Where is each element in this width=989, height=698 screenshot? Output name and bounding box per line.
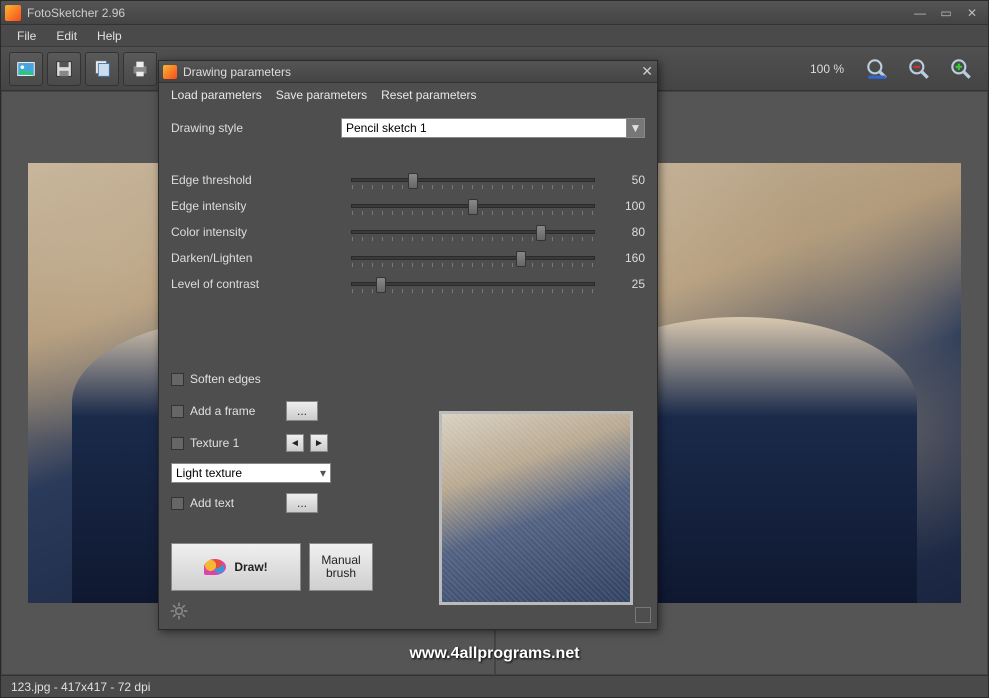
soften-edges-row: Soften edges [171,367,371,391]
open-image-button[interactable] [9,52,43,86]
texture-checkbox[interactable] [171,437,184,450]
slider-label: Edge intensity [171,199,341,213]
zoom-fit-button[interactable] [860,52,894,86]
copy-button[interactable] [85,52,119,86]
window-close-button[interactable]: ✕ [960,5,984,21]
statusbar: 123.jpg - 417x417 - 72 dpi [1,675,988,697]
slider-track[interactable] [351,204,595,208]
reset-parameters[interactable]: Reset parameters [377,86,480,104]
zoom-out-button[interactable] [902,52,936,86]
zoom-group: 100 % [810,52,978,86]
preview-thumbnail [439,411,633,605]
palette-icon [204,559,226,575]
add-frame-checkbox[interactable] [171,405,184,418]
add-text-checkbox[interactable] [171,497,184,510]
manual-brush-button[interactable]: Manual brush [309,543,373,591]
slider-value: 100 [605,199,645,213]
zoom-in-button[interactable] [944,52,978,86]
dialog-title: Drawing parameters [183,65,633,79]
app-title: FotoSketcher 2.96 [27,6,906,20]
slider-value: 80 [605,225,645,239]
texture-prev-button[interactable]: ◄ [286,434,304,452]
texture-label: Texture 1 [190,436,280,450]
drawing-style-dropdown[interactable]: ▼ [341,118,645,138]
texture-value: Light texture [176,466,242,480]
app-icon [5,5,21,21]
texture-next-button[interactable]: ► [310,434,328,452]
add-frame-row: Add a frame ... [171,399,371,423]
menu-edit[interactable]: Edit [48,27,85,45]
soften-edges-checkbox[interactable] [171,373,184,386]
chevron-down-icon: ▾ [320,466,326,480]
slider-track[interactable] [351,230,595,234]
zoom-label: 100 % [810,62,844,76]
drawing-style-label: Drawing style [171,121,341,135]
save-parameters[interactable]: Save parameters [272,86,371,104]
resize-handle[interactable] [635,607,651,623]
slider-label: Edge threshold [171,173,341,187]
slider-row-3: Darken/Lighten 160 [171,245,645,271]
slider-value: 25 [605,277,645,291]
menu-help[interactable]: Help [89,27,130,45]
gear-icon[interactable] [169,601,189,621]
drawing-parameters-dialog: Drawing parameters ✕ Load parameters Sav… [158,60,658,630]
add-text-label: Add text [190,496,280,510]
dialog-icon [163,65,177,79]
slider-thumb[interactable] [536,225,546,241]
slider-row-4: Level of contrast 25 [171,271,645,297]
drawing-style-row: Drawing style ▼ [171,115,645,141]
watermark: www.4allprograms.net [409,645,579,663]
load-parameters[interactable]: Load parameters [167,86,266,104]
slider-track[interactable] [351,178,595,182]
slider-label: Darken/Lighten [171,251,341,265]
slider-thumb[interactable] [516,251,526,267]
slider-value: 160 [605,251,645,265]
minimize-button[interactable]: — [908,5,932,21]
slider-value: 50 [605,173,645,187]
slider-row-1: Edge intensity 100 [171,193,645,219]
slider-row-0: Edge threshold 50 [171,167,645,193]
slider-track[interactable] [351,282,595,286]
texture-row: Texture 1 ◄ ► [171,431,371,455]
menu-file[interactable]: File [9,27,44,45]
dialog-close-button[interactable]: ✕ [633,63,653,80]
chevron-down-icon[interactable]: ▼ [627,118,645,138]
texture-select[interactable]: Light texture ▾ [171,463,331,483]
draw-button[interactable]: Draw! [171,543,301,591]
save-image-button[interactable] [47,52,81,86]
soften-edges-label: Soften edges [190,372,261,386]
slider-row-2: Color intensity 80 [171,219,645,245]
add-text-browse-button[interactable]: ... [286,493,318,513]
print-button[interactable] [123,52,157,86]
titlebar: FotoSketcher 2.96 — ▭ ✕ [1,1,988,25]
slider-thumb[interactable] [468,199,478,215]
add-frame-label: Add a frame [190,404,280,418]
menubar: File Edit Help [1,25,988,47]
slider-track[interactable] [351,256,595,260]
dialog-menu: Load parameters Save parameters Reset pa… [159,83,657,107]
status-text: 123.jpg - 417x417 - 72 dpi [11,680,150,694]
maximize-button[interactable]: ▭ [934,5,958,21]
drawing-style-input[interactable] [341,118,627,138]
dialog-titlebar: Drawing parameters ✕ [159,61,657,83]
slider-label: Level of contrast [171,277,341,291]
slider-label: Color intensity [171,225,341,239]
slider-thumb[interactable] [408,173,418,189]
frame-browse-button[interactable]: ... [286,401,318,421]
slider-thumb[interactable] [376,277,386,293]
add-text-row: Add text ... [171,491,371,515]
